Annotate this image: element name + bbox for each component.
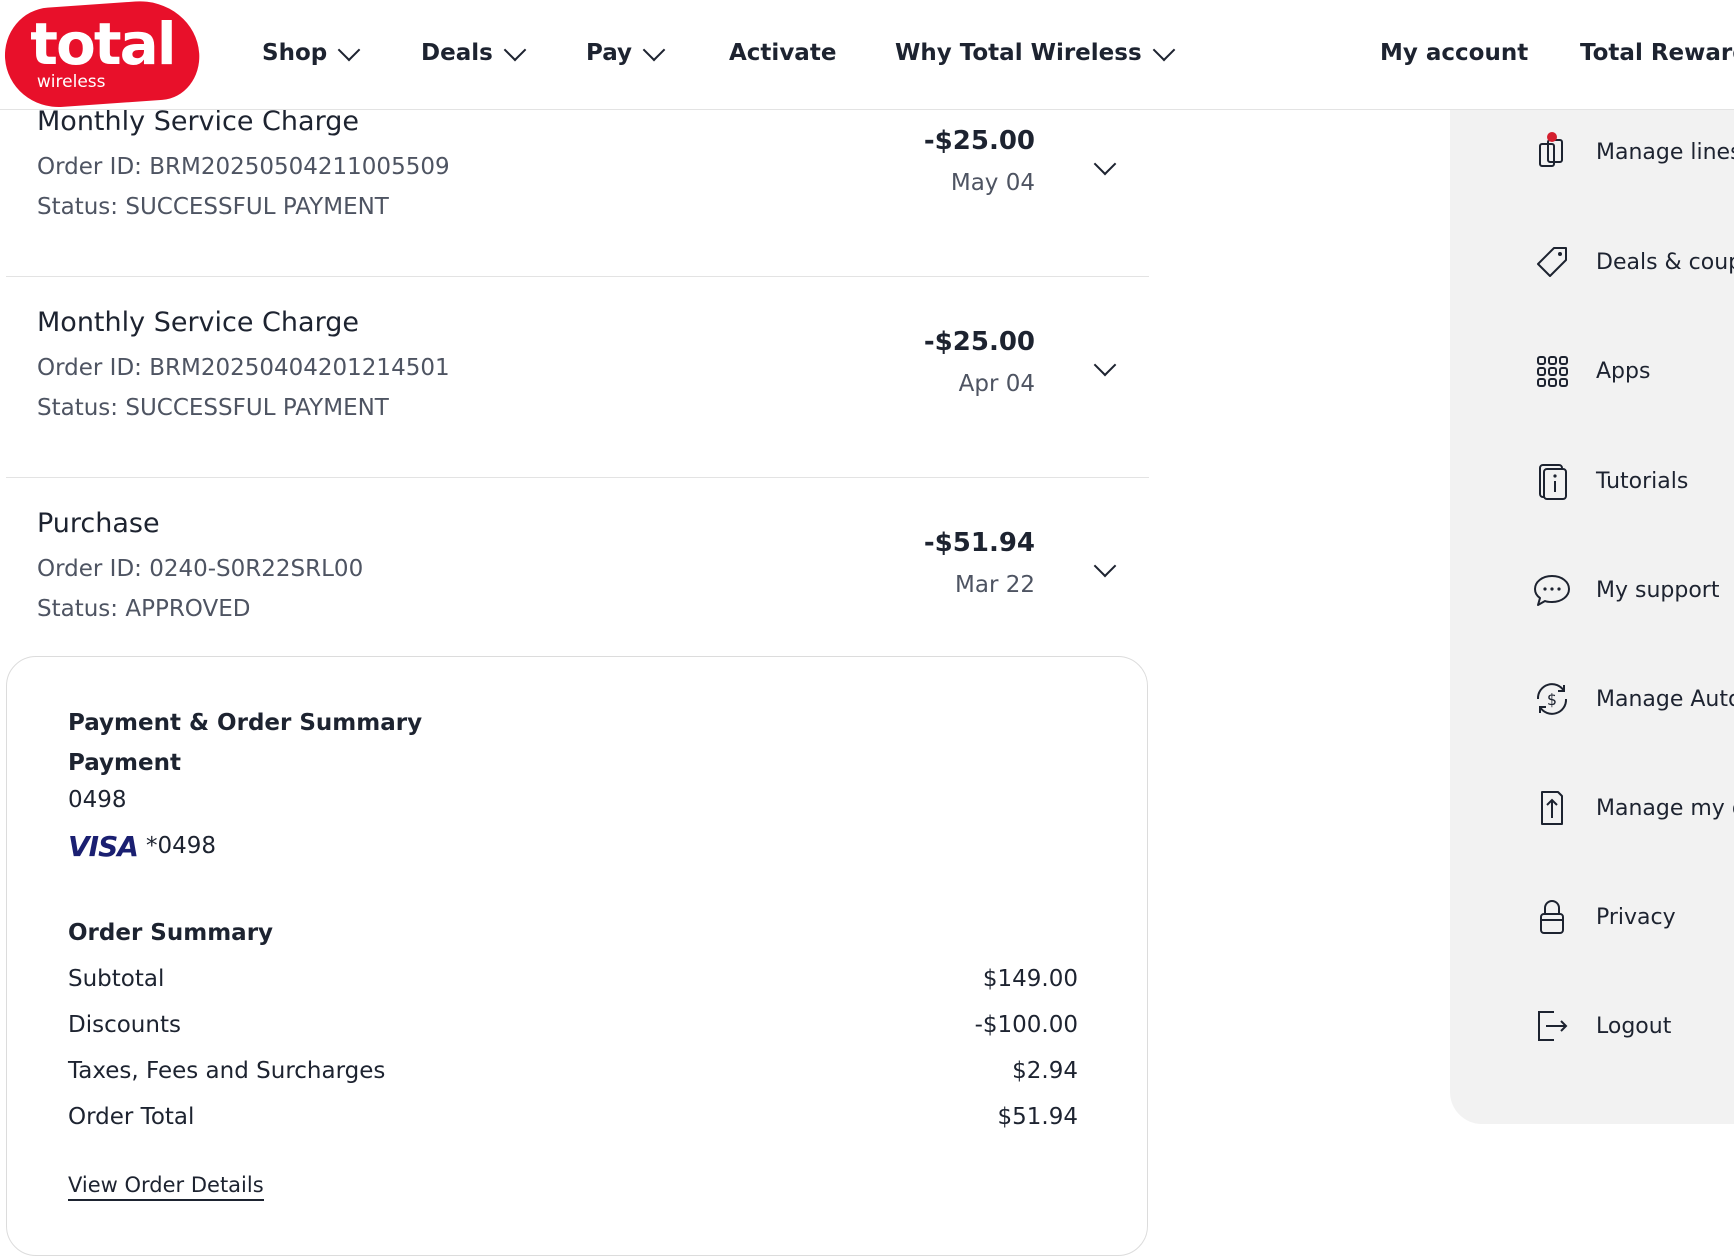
transaction-order-id: Order ID: BRM20250504211005509 xyxy=(37,154,450,180)
transaction-status: Status: SUCCESSFUL PAYMENT xyxy=(37,194,389,220)
side-item-label: Privacy xyxy=(1596,904,1676,930)
transaction-title: Monthly Service Charge xyxy=(37,307,359,338)
nav-total-rewards[interactable]: Total Rewards xyxy=(1580,36,1734,70)
nav-deals-label: Deals xyxy=(421,40,493,66)
order-total-value: $51.94 xyxy=(997,1104,1078,1130)
transaction-date: Mar 22 xyxy=(955,572,1035,598)
transaction-amount: -$25.00 xyxy=(923,327,1035,357)
nav-my-account-label: My account xyxy=(1380,40,1529,66)
transaction-order-id: Order ID: 0240-S0R22SRL00 xyxy=(37,556,364,582)
order-total-label: Order Total xyxy=(68,1104,195,1130)
svg-text:$: $ xyxy=(1547,690,1557,709)
payment-heading: Payment xyxy=(68,750,181,776)
chevron-up-icon[interactable] xyxy=(1093,554,1117,578)
nav-why-total-wireless[interactable]: Why Total Wireless xyxy=(895,36,1175,70)
autopay-icon: $ xyxy=(1536,683,1568,715)
taxes-value: $2.94 xyxy=(1012,1058,1078,1084)
transaction-status: Status: SUCCESSFUL PAYMENT xyxy=(37,395,389,421)
nav-my-account[interactable]: My account xyxy=(1380,36,1528,70)
chevron-down-icon[interactable] xyxy=(1093,152,1117,176)
top-header: total wireless Shop Deals Pay Activate W… xyxy=(0,0,1734,111)
view-order-details-link[interactable]: View Order Details xyxy=(68,1173,264,1201)
chevron-down-icon[interactable] xyxy=(1093,353,1117,377)
side-item-label: Deals & coupons xyxy=(1596,249,1734,275)
logo-subtext: wireless xyxy=(36,72,106,93)
nav-shop[interactable]: Shop xyxy=(262,36,361,70)
chat-bubble-icon xyxy=(1534,575,1570,606)
payment-last4: 0498 xyxy=(68,787,127,813)
apps-grid-icon xyxy=(1537,356,1568,387)
side-item-label: Tutorials xyxy=(1596,468,1689,494)
taxes-label: Taxes, Fees and Surcharges xyxy=(68,1058,386,1084)
transaction-status: Status: APPROVED xyxy=(37,596,251,622)
subtotal-value: $149.00 xyxy=(982,966,1078,992)
transaction-row[interactable]: Monthly Service Charge Order ID: BRM2025… xyxy=(6,106,1149,277)
chevron-down-icon xyxy=(337,38,361,62)
chevron-down-icon xyxy=(503,38,527,62)
transaction-title: Monthly Service Charge xyxy=(37,106,359,137)
visa-logo-icon: VISA xyxy=(68,830,139,863)
side-item-manage-lines[interactable]: Manage lines xyxy=(1530,130,1734,174)
transaction-row[interactable]: Purchase Order ID: 0240-S0R22SRL00 Statu… xyxy=(6,478,1149,656)
side-item-label: Apps xyxy=(1596,358,1651,384)
chevron-down-icon xyxy=(1152,38,1175,62)
transaction-row[interactable]: Monthly Service Charge Order ID: BRM2025… xyxy=(6,277,1149,478)
logo-wordmark: total xyxy=(30,9,175,78)
discounts-value: -$100.00 xyxy=(974,1012,1078,1038)
transaction-amount: -$25.00 xyxy=(923,126,1035,156)
logout-icon xyxy=(1538,1011,1568,1041)
side-item-my-support[interactable]: My support xyxy=(1530,568,1719,612)
tutorials-icon xyxy=(1539,464,1567,500)
payment-order-summary-heading: Payment & Order Summary xyxy=(68,710,423,736)
side-item-tutorials[interactable]: Tutorials xyxy=(1530,459,1688,503)
order-detail-card xyxy=(6,656,1148,1256)
lock-icon xyxy=(1540,900,1564,934)
card-masked-number: *0498 xyxy=(146,833,217,859)
nav-deals[interactable]: Deals xyxy=(421,36,527,70)
subtotal-label: Subtotal xyxy=(68,966,165,992)
side-item-deals-coupons[interactable]: Deals & coupons xyxy=(1530,240,1734,284)
side-item-label: My support xyxy=(1596,577,1720,603)
nav-shop-label: Shop xyxy=(262,40,328,66)
side-item-manage-autopay[interactable]: $ Manage AutoPay xyxy=(1530,677,1734,721)
transaction-amount: -$51.94 xyxy=(923,528,1035,558)
nav-activate[interactable]: Activate xyxy=(729,36,836,70)
nav-pay[interactable]: Pay xyxy=(586,36,666,70)
nav-why-label: Why Total Wireless xyxy=(895,40,1142,66)
side-item-privacy[interactable]: Privacy xyxy=(1530,895,1676,939)
side-item-label: Manage AutoPay xyxy=(1596,686,1734,712)
side-item-apps[interactable]: Apps xyxy=(1530,349,1650,393)
transaction-date: May 04 xyxy=(950,170,1035,196)
side-item-manage-devices[interactable]: Manage my devices xyxy=(1530,786,1734,830)
transaction-order-id: Order ID: BRM20250404201214501 xyxy=(37,355,450,381)
order-summary-heading: Order Summary xyxy=(68,920,274,946)
upload-device-icon xyxy=(1541,791,1563,825)
side-item-label: Manage my devices xyxy=(1596,795,1734,821)
nav-total-rewards-label: Total Rewards xyxy=(1580,40,1734,66)
side-item-logout[interactable]: Logout xyxy=(1530,1004,1671,1048)
transaction-title: Purchase xyxy=(37,508,160,539)
side-item-label: Logout xyxy=(1596,1013,1672,1039)
total-wireless-logo[interactable]: total wireless xyxy=(1,0,203,111)
tag-icon xyxy=(1537,247,1567,277)
discounts-label: Discounts xyxy=(68,1012,181,1038)
nav-pay-label: Pay xyxy=(586,40,633,66)
phone-lines-icon xyxy=(1539,132,1563,167)
chevron-down-icon xyxy=(642,38,666,62)
transaction-date: Apr 04 xyxy=(958,371,1035,397)
side-item-label: Manage lines xyxy=(1596,139,1734,165)
nav-activate-label: Activate xyxy=(729,40,837,66)
